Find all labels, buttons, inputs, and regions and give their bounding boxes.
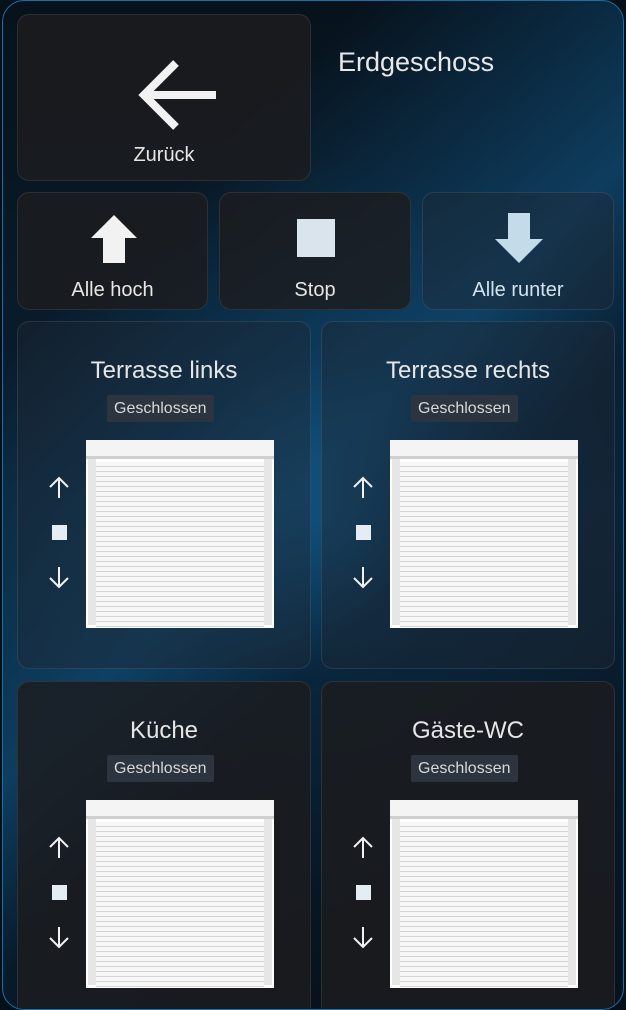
back-button-label: Zurück: [133, 144, 195, 166]
room-down-button[interactable]: [46, 564, 72, 590]
room-up-button[interactable]: [46, 475, 72, 501]
arrow-down-icon: [49, 567, 69, 589]
status-badge: Geschlossen: [107, 395, 214, 422]
stop-icon: [355, 524, 371, 540]
arrow-up-icon: [91, 215, 137, 263]
page-title: Erdgeschoss: [338, 47, 495, 77]
stop-icon: [355, 884, 371, 900]
stop-label: Stop: [294, 279, 336, 301]
all-down-label: Alle runter: [472, 279, 564, 301]
room-stop-button[interactable]: [350, 519, 376, 545]
shutter-image: [390, 440, 578, 628]
all-down-button[interactable]: Alle runter: [422, 192, 614, 310]
room-card[interactable]: Gäste-WC Geschlossen: [321, 681, 615, 1009]
room-card[interactable]: Terrasse links Geschlossen: [17, 321, 311, 669]
all-up-label: Alle hoch: [71, 279, 154, 301]
room-down-button[interactable]: [46, 924, 72, 950]
arrow-down-icon: [49, 927, 69, 949]
stop-icon: [51, 524, 67, 540]
room-down-button[interactable]: [350, 924, 376, 950]
status-badge: Geschlossen: [411, 395, 518, 422]
room-down-button[interactable]: [350, 564, 376, 590]
room-stop-button[interactable]: [46, 879, 72, 905]
room-up-button[interactable]: [350, 835, 376, 861]
back-button[interactable]: Zurück: [17, 14, 311, 181]
room-name: Terrasse links: [90, 357, 238, 384]
shutter-image: [86, 800, 274, 988]
arrow-down-icon: [353, 927, 373, 949]
status-badge: Geschlossen: [411, 755, 518, 782]
arrow-up-icon: [49, 836, 69, 858]
room-name: Küche: [129, 717, 199, 744]
room-name: Gäste-WC: [411, 717, 524, 744]
stop-icon: [51, 884, 67, 900]
stop-icon: [297, 219, 335, 257]
room-up-button[interactable]: [46, 835, 72, 861]
arrow-down-icon: [495, 213, 543, 263]
all-up-button[interactable]: Alle hoch: [17, 192, 208, 310]
dashboard-panel: Zurück Erdgeschoss Alle hoch Stop Alle r…: [2, 0, 624, 1010]
arrow-up-icon: [353, 476, 373, 498]
arrow-left-icon: [138, 60, 216, 130]
room-up-button[interactable]: [350, 475, 376, 501]
shutter-image: [86, 440, 274, 628]
stop-button[interactable]: Stop: [219, 192, 411, 310]
shutter-image: [390, 800, 578, 988]
room-card[interactable]: Terrasse rechts Geschlossen: [321, 321, 615, 669]
room-card[interactable]: Küche Geschlossen: [17, 681, 311, 1009]
room-stop-button[interactable]: [350, 879, 376, 905]
room-stop-button[interactable]: [46, 519, 72, 545]
status-badge: Geschlossen: [107, 755, 214, 782]
arrow-up-icon: [353, 836, 373, 858]
arrow-down-icon: [353, 567, 373, 589]
room-name: Terrasse rechts: [385, 357, 551, 384]
arrow-up-icon: [49, 476, 69, 498]
